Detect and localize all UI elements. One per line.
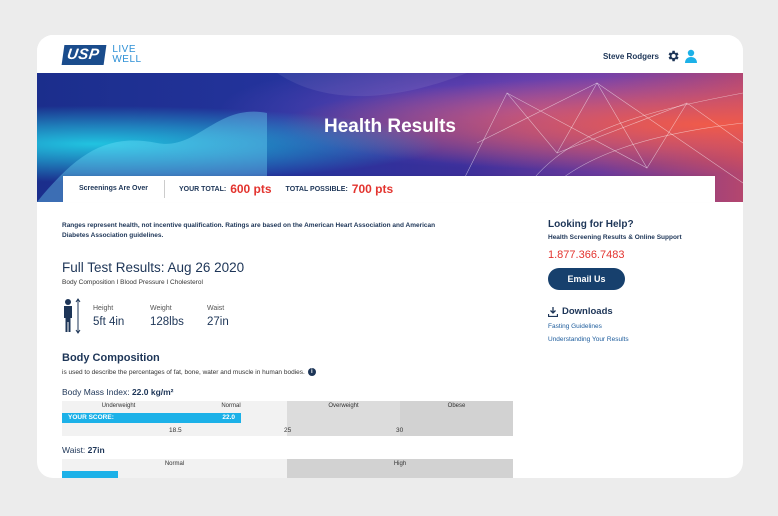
test-categories: Body Composition I Blood Pressure I Chol…: [62, 279, 203, 286]
usp-live-well-logo[interactable]: USP LIVE WELL: [61, 44, 142, 66]
height-label: Height: [93, 305, 114, 312]
waist-heading-label: Waist:: [62, 445, 86, 455]
ranges-disclaimer: Ranges represent health, not incentive q…: [62, 222, 436, 239]
top-navbar: USP LIVE WELL Steve Rodgers: [37, 35, 743, 73]
waist-category-high: High: [287, 459, 513, 478]
your-total-label: YOUR TOTAL:: [179, 185, 227, 193]
total-possible-value: 700 pts: [351, 182, 394, 196]
downloads-title: Downloads: [562, 306, 613, 317]
bmi-category-obese: Obese: [400, 401, 513, 436]
total-possible-label: TOTAL POSSIBLE:: [285, 185, 348, 193]
downloads-heading: Downloads: [548, 306, 613, 317]
logo-words: LIVE WELL: [112, 45, 141, 65]
waist-label: Waist: [207, 305, 225, 312]
understanding-results-link[interactable]: Understanding Your Results: [548, 336, 629, 343]
waist-value: 27in: [207, 316, 229, 328]
logo-word-well: WELL: [112, 54, 142, 65]
user-name[interactable]: Steve Rodgers: [603, 52, 659, 61]
waist-score-bar: [62, 471, 118, 478]
bmi-category-overweight: Overweight: [287, 401, 400, 436]
bmi-tick-30: 30: [396, 427, 404, 434]
test-results-title: Full Test Results: Aug 26 2020: [62, 260, 245, 275]
waist-scale: Normal High: [62, 459, 513, 478]
download-icon: [548, 306, 558, 317]
weight-label: Weight: [150, 305, 172, 312]
body-height-icon: [64, 298, 81, 334]
bmi-scale: Underweight Normal Overweight Obese YOUR…: [62, 401, 513, 436]
logo-mark: USP: [61, 45, 107, 65]
bmi-heading: Body Mass Index: 22.0 kg/m²: [62, 387, 174, 397]
help-subtitle: Health Screening Results & Online Suppor…: [548, 234, 682, 241]
page-title: Health Results: [324, 116, 456, 137]
body-composition-description: is used to describe the percentages of f…: [62, 368, 316, 376]
your-score-label: YOUR SCORE:: [68, 414, 114, 421]
screening-status: Screenings Are Over: [63, 180, 165, 198]
app-frame: USP LIVE WELL Steve Rodgers Health Resul…: [37, 35, 743, 478]
bmi-label: Body Mass Index:: [62, 387, 130, 397]
support-phone-link[interactable]: 1.877.366.7483: [548, 249, 624, 261]
your-total-value: 600 pts: [230, 182, 272, 196]
body-composition-text: is used to describe the percentages of f…: [62, 368, 305, 376]
bmi-tick-18-5: 18.5: [169, 427, 182, 434]
height-value: 5ft 4in: [93, 316, 125, 328]
weight-value: 128lbs: [150, 316, 184, 328]
bmi-tick-25: 25: [284, 427, 292, 434]
gear-icon[interactable]: [666, 49, 680, 63]
measurement-height: Height 5ft 4in: [93, 305, 124, 328]
measurement-waist: Waist 27in: [207, 305, 229, 328]
person-icon[interactable]: [685, 49, 697, 63]
help-title: Looking for Help?: [548, 219, 634, 230]
body-composition-title: Body Composition: [62, 352, 160, 364]
bmi-value: 22.0 kg/m²: [131, 387, 174, 397]
info-icon[interactable]: i: [307, 368, 316, 376]
waist-heading-value: 27in: [87, 445, 105, 455]
waist-heading: Waist: 27in: [62, 445, 105, 455]
fasting-guidelines-link[interactable]: Fasting Guidelines: [548, 323, 602, 330]
points-summary-bar: Screenings Are Over YOUR TOTAL: 600 pts …: [63, 176, 715, 202]
your-score-bar: YOUR SCORE: 22.0: [62, 413, 241, 423]
your-score-value: 22.0: [222, 414, 235, 421]
measurement-weight: Weight 128lbs: [150, 305, 184, 328]
email-us-button[interactable]: Email Us: [548, 268, 625, 290]
